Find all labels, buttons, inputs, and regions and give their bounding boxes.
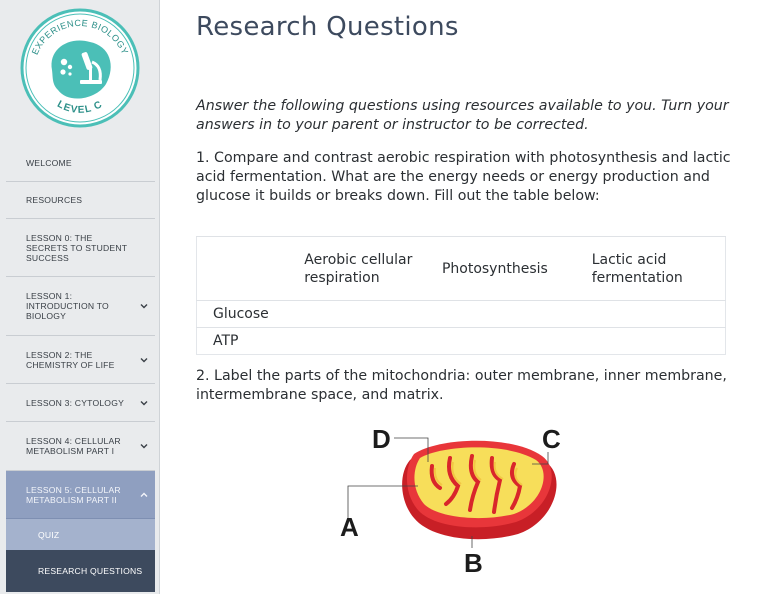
chevron-down-icon[interactable] (139, 441, 149, 451)
sidebar-subitem-label: RESEARCH QUESTIONS (38, 566, 143, 576)
table-row-label: Glucose (196, 300, 305, 328)
sidebar-item-label: WELCOME (26, 157, 72, 168)
table-cell (591, 300, 726, 328)
table-row-label: ATP (196, 327, 305, 355)
diagram-label-a: A (340, 512, 359, 542)
question-2: 2. Label the parts of the mitochondria: … (196, 368, 727, 403)
table-cell (441, 300, 592, 328)
diagram-label-b: B (464, 548, 483, 578)
sidebar-item-label: LESSON 5: CELLULAR METABOLISM PART II (26, 484, 121, 505)
sidebar-subitem-research-questions[interactable]: RESEARCH QUESTIONS (6, 550, 155, 592)
table-header-cell: Lactic acid fermentation (591, 236, 726, 301)
chevron-down-icon[interactable] (139, 398, 149, 408)
sidebar-item-lesson-3[interactable]: LESSON 3: CYTOLOGY (6, 384, 155, 422)
comparison-table: Aerobic cellular respiration Photosynthe… (196, 236, 726, 355)
sidebar-item-label: LESSON 1: INTRODUCTION TO BIOLOGY (26, 291, 109, 321)
sidebar-item-label: LESSON 4: CELLULAR METABOLISM PART I (26, 436, 121, 456)
sidebar-item-lesson-2[interactable]: LESSON 2: THE CHEMISTRY OF LIFE (6, 336, 155, 384)
sidebar-item-label: LESSON 0: THE SECRETS TO STUDENT SUCCESS (26, 232, 128, 263)
sidebar-subitem-label: QUIZ (38, 529, 60, 540)
diagram-label-d: D (372, 424, 391, 454)
table-cell (441, 327, 592, 355)
page-title: Research Questions (196, 12, 459, 42)
table-header-cell (196, 236, 305, 301)
sidebar-item-lesson-1[interactable]: LESSON 1: INTRODUCTION TO BIOLOGY (6, 277, 155, 336)
sidebar-item-welcome[interactable]: WELCOME (6, 144, 155, 182)
table-cell (591, 327, 726, 355)
chevron-up-icon[interactable] (139, 490, 149, 500)
sidebar-item-lesson-4[interactable]: LESSON 4: CELLULAR METABOLISM PART I (6, 422, 155, 471)
chevron-down-icon[interactable] (139, 355, 149, 365)
question-1: 1. Compare and contrast aerobic respirat… (196, 150, 731, 204)
sidebar-nav: EXPERIENCE BIOLOGY LEVEL C WELCOME RESOU… (0, 0, 160, 594)
course-logo[interactable]: EXPERIENCE BIOLOGY LEVEL C (0, 0, 155, 143)
instructions-text: Answer the following questions using res… (196, 98, 729, 133)
table-header-cell: Aerobic cellular respiration (304, 236, 442, 301)
table-header-cell: Photosynthesis (441, 236, 592, 301)
chevron-down-icon[interactable] (139, 301, 149, 311)
table-cell (304, 300, 442, 328)
table-header-row: Aerobic cellular respiration Photosynthe… (196, 236, 726, 301)
diagram-label-c: C (542, 424, 561, 454)
sidebar-item-label: LESSON 2: THE CHEMISTRY OF LIFE (26, 349, 115, 370)
table-cell (304, 327, 442, 355)
sidebar-item-label: LESSON 3: CYTOLOGY (26, 397, 125, 408)
experience-biology-logo-icon: EXPERIENCE BIOLOGY LEVEL C (20, 8, 140, 128)
table-row: Glucose (196, 300, 726, 328)
sidebar-item-resources[interactable]: RESOURCES (6, 182, 155, 219)
sidebar-subitem-quiz[interactable]: QUIZ (6, 519, 155, 550)
table-row: ATP (196, 327, 726, 355)
mitochondria-diagram: D C A B (340, 424, 561, 578)
sidebar-item-lesson-5[interactable]: LESSON 5: CELLULAR METABOLISM PART II (6, 471, 155, 519)
sidebar-item-label: RESOURCES (26, 195, 83, 205)
sidebar-item-lesson-0[interactable]: LESSON 0: THE SECRETS TO STUDENT SUCCESS (6, 219, 155, 277)
